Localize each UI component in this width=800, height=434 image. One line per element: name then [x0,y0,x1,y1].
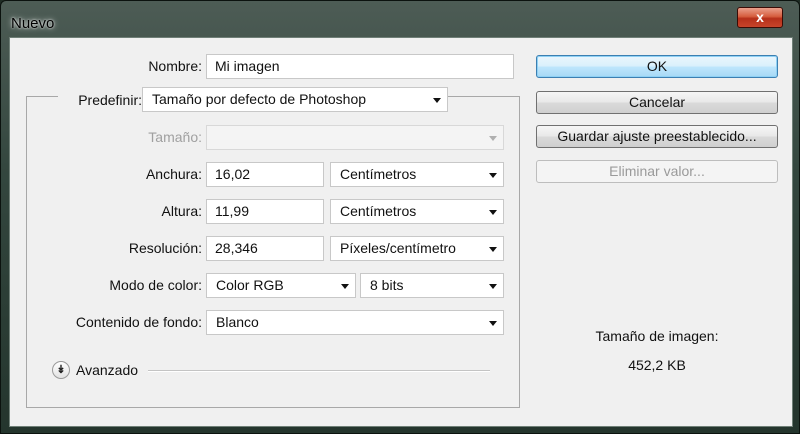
ok-button[interactable]: OK [536,55,778,78]
close-icon: x [756,9,764,25]
anchura-label: Anchura: [145,166,202,182]
image-size-value: 452,2 KB [628,357,686,373]
resolucion-input[interactable]: 28,346 [206,236,324,261]
resolucion-label: Resolución: [128,240,202,256]
save-preset-button[interactable]: Guardar ajuste preestablecido... [536,125,778,148]
modo-color-select[interactable]: Color RGB [206,273,356,298]
resolucion-unit-select[interactable]: Píxeles/centímetro [330,236,504,261]
chevron-down-icon [489,136,497,141]
avanzado-label[interactable]: Avanzado [76,359,146,381]
predefinir-label: Predefinir: [58,89,142,111]
bits-value: 8 bits [370,277,404,293]
chevron-down-icon [433,98,441,103]
contenido-fondo-select[interactable]: Blanco [206,310,504,335]
dialog-content: Nombre: Mi imagen Predefinir: Tamaño por… [9,37,793,427]
modo-color-value: Color RGB [216,277,284,293]
altura-input[interactable]: 11,99 [206,199,324,224]
nombre-label: Nombre: [148,58,202,74]
dialog-window: Nuevo x Nombre: Mi imagen Predefinir: Ta… [0,0,800,434]
altura-label: Altura: [161,203,202,219]
cancel-button[interactable]: Cancelar [536,91,778,114]
anchura-unit-value: Centímetros [340,166,417,182]
delete-preset-button[interactable]: Eliminar valor... [536,160,778,183]
altura-unit-value: Centímetros [340,203,417,219]
chevron-double-down-icon[interactable]: ↡ [52,361,70,379]
contenido-fondo-value: Blanco [216,314,259,330]
tamano-label: Tamaño: [148,129,202,145]
tamano-select[interactable] [206,125,504,150]
contenido-fondo-label: Contenido de fondo: [75,314,202,330]
close-button[interactable]: x [737,7,783,28]
anchura-unit-select[interactable]: Centímetros [330,162,504,187]
predefinir-select[interactable]: Tamaño por defecto de Photoshop [142,87,448,112]
chevron-down-icon [489,247,497,252]
nombre-input[interactable]: Mi imagen [206,54,514,79]
anchura-input[interactable]: 16,02 [206,162,324,187]
altura-unit-select[interactable]: Centímetros [330,199,504,224]
chevron-down-icon [489,284,497,289]
avanzado-divider [148,370,490,372]
predefinir-value: Tamaño por defecto de Photoshop [152,91,367,107]
chevron-down-icon [489,321,497,326]
window-title: Nuevo [11,15,55,32]
chevron-down-icon [489,173,497,178]
modo-color-label: Modo de color: [109,277,202,293]
chevron-down-icon [489,210,497,215]
image-size-label: Tamaño de imagen: [595,328,719,344]
bits-select[interactable]: 8 bits [360,273,504,298]
resolucion-unit-value: Píxeles/centímetro [340,240,456,256]
chevron-down-icon [341,284,349,289]
